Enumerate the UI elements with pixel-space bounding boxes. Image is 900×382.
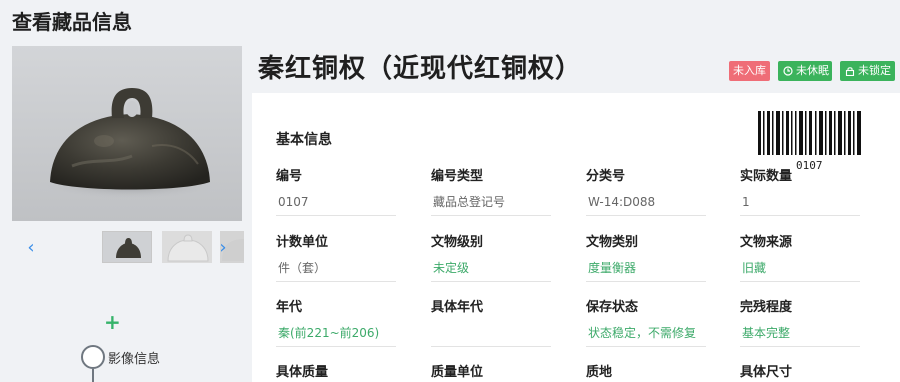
chevron-left-icon[interactable]: ‹	[24, 237, 38, 258]
barcode-image	[758, 111, 861, 155]
thumbnail-2[interactable]	[162, 231, 212, 263]
field-specific-size: 具体尺寸	[740, 365, 793, 380]
field-relic-grade: 文物级别 未定级	[431, 231, 551, 282]
thumbnail-1[interactable]	[102, 231, 152, 263]
field-material: 质地	[586, 365, 613, 380]
field-completeness: 完残程度 基本完整	[740, 296, 860, 347]
section-title: 基本信息	[276, 132, 332, 148]
page-title: 查看藏品信息	[12, 10, 132, 34]
field-count-unit: 计数单位 件（套）	[276, 231, 396, 282]
field-era: 年代 秦(前221~前206)	[276, 296, 396, 347]
chevron-right-icon[interactable]: ›	[216, 237, 230, 258]
artifact-image	[35, 88, 225, 200]
timeline-node-icon	[81, 345, 105, 369]
status-badge-storage: 未入库	[729, 61, 770, 81]
field-mass-unit: 质量单位	[431, 365, 484, 380]
field-classification-number: 分类号 W-14:D088	[586, 165, 706, 216]
field-preservation-status: 保存状态 状态稳定，不需修复	[586, 296, 706, 347]
basic-info-card: 基本信息 0107 编号 0107 编号类型 藏品总登记号 分类号 W-14:D…	[252, 93, 900, 382]
object-title: 秦红铜权（近现代红铜权）	[258, 54, 583, 84]
main-artifact-photo[interactable]	[12, 46, 242, 221]
field-number-type: 编号类型 藏品总登记号	[431, 165, 551, 216]
thumbnail-strip: ‹ ›	[12, 231, 244, 265]
timeline-line	[92, 369, 94, 382]
field-relic-source: 文物来源 旧藏	[740, 231, 860, 282]
lock-icon	[845, 67, 855, 76]
field-specific-era: 具体年代	[431, 296, 551, 347]
add-image-button[interactable]: +	[104, 310, 121, 334]
field-number: 编号 0107	[276, 165, 396, 216]
field-specific-mass: 具体质量	[276, 365, 329, 380]
field-actual-quantity: 实际数量 1	[740, 165, 860, 216]
status-badge-lock: 未锁定	[840, 61, 895, 81]
clock-icon	[783, 66, 793, 76]
gallery-panel: ‹ › + 影像信息	[0, 46, 252, 382]
status-badge-dormant: 未休眠	[778, 61, 832, 81]
image-info-label[interactable]: 影像信息	[108, 348, 160, 367]
field-relic-category: 文物类别 度量衡器	[586, 231, 706, 282]
